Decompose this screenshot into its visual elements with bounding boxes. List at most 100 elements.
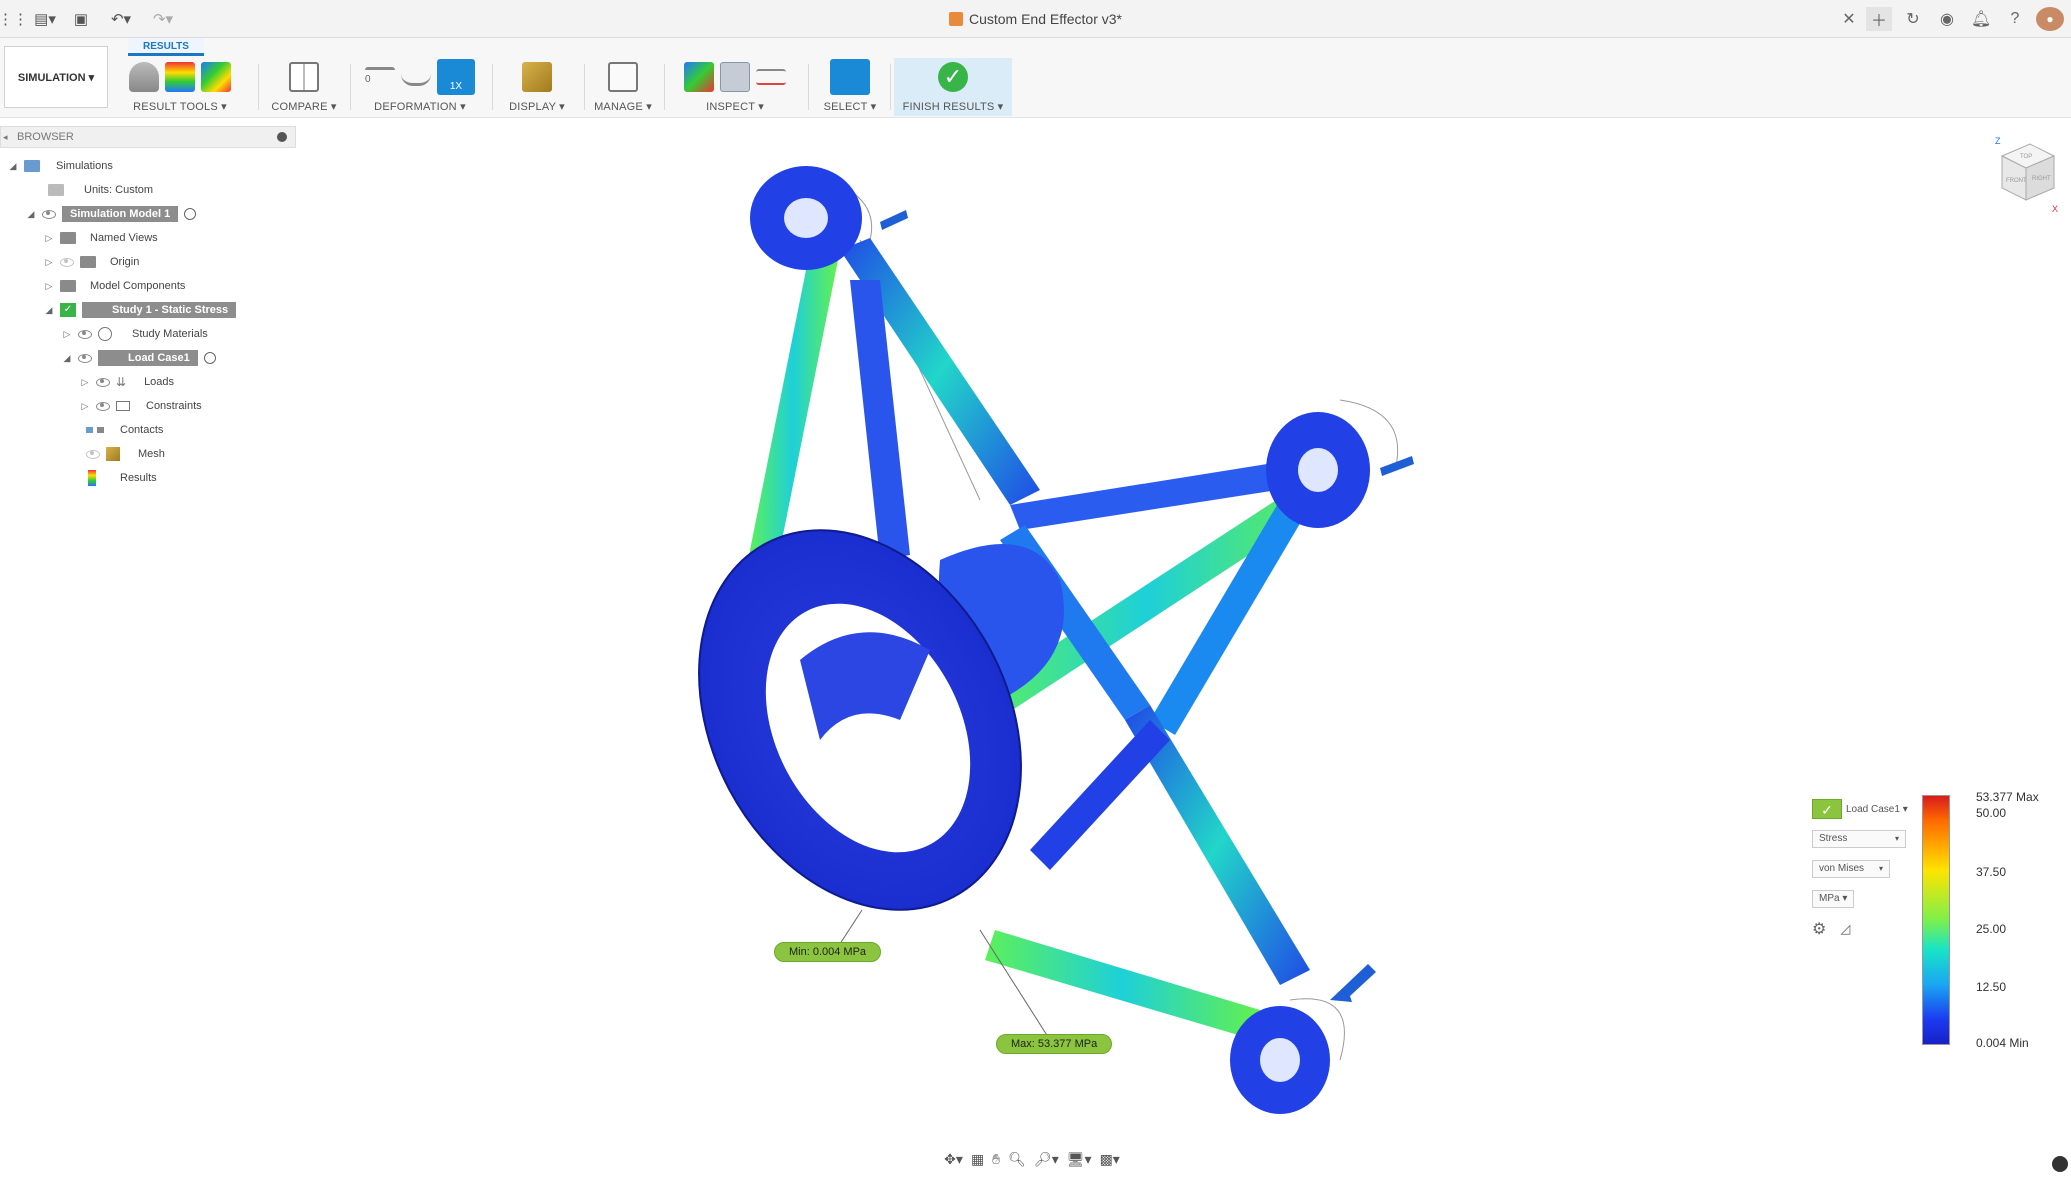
tab-results-label: RESULTS	[143, 41, 189, 52]
result-tools-group: RESULT TOOLS ▾	[124, 58, 236, 116]
user-avatar[interactable]: ●	[2036, 7, 2064, 31]
zoom-window-icon[interactable]: 🔎︎▾	[1034, 1151, 1059, 1168]
activate-radio-icon[interactable]	[203, 352, 216, 364]
display-settings-icon[interactable]: 🖥︎▾	[1067, 1151, 1092, 1168]
visibility-eye-icon[interactable]	[96, 401, 110, 411]
visibility-eye-icon[interactable]	[78, 353, 92, 363]
folder-icon	[80, 256, 96, 268]
inspect-section-icon[interactable]	[756, 69, 786, 85]
loads-icon: ⇊	[116, 375, 127, 389]
load-case-selector[interactable]: ✓ Load Case1 ▾	[1812, 799, 1908, 819]
status-indicator-icon[interactable]	[2052, 1156, 2068, 1172]
min-callout[interactable]: Min: 0.004 MPa	[774, 942, 882, 962]
result-type-dropdown[interactable]: Stress ▾	[1812, 829, 1906, 849]
visibility-eye-icon[interactable]	[78, 329, 92, 339]
probe-icon[interactable]	[165, 62, 195, 92]
inspect-plot-icon[interactable]	[720, 62, 750, 92]
expand-icon[interactable]: ▷	[80, 401, 90, 412]
finish-results-group[interactable]: ✓ FINISH RESULTS ▾	[894, 58, 1012, 116]
compare-label[interactable]: COMPARE ▾	[264, 100, 344, 113]
help-icon[interactable]: ?	[2002, 7, 2028, 31]
jobs-icon[interactable]: ◉	[1934, 7, 1960, 31]
deformation-scale-button[interactable]: 1X	[437, 59, 475, 95]
tree-study[interactable]: ◢ ✓ Study 1 - Static Stress	[44, 300, 237, 320]
design-cube-icon	[948, 12, 963, 26]
tree-load-case[interactable]: ◢ Load Case1	[62, 348, 216, 368]
tree-origin[interactable]: ▷ Origin	[44, 252, 139, 272]
contacts-icon	[86, 427, 104, 433]
finish-check-icon[interactable]: ✓	[938, 62, 968, 92]
tree-constraints[interactable]: ▷ Constraints	[80, 396, 202, 416]
display-label[interactable]: DISPLAY ▾	[498, 100, 576, 113]
tree-study-materials[interactable]: ▷ Study Materials	[62, 324, 208, 344]
legend-scale-icon[interactable]: ◿	[1840, 921, 1850, 937]
visibility-eye-icon[interactable]	[86, 449, 100, 459]
tree-results[interactable]: Results	[88, 468, 157, 488]
inspect-probe-icon[interactable]	[684, 62, 714, 92]
expand-icon[interactable]: ▷	[44, 257, 54, 268]
legend-tick-25: 25.00	[1976, 922, 2007, 936]
result-legend-panel: ✓ Load Case1 ▾ Stress ▾ von Mises ▾ MPa ▾ …	[1808, 795, 1918, 955]
tree-mesh[interactable]: Mesh	[86, 444, 165, 464]
expand-icon[interactable]: ◢	[8, 161, 18, 172]
deformation-bend-icon[interactable]	[401, 68, 431, 86]
model-viewport[interactable]	[300, 120, 2071, 1160]
visibility-eye-icon[interactable]	[42, 209, 56, 219]
visibility-eye-icon[interactable]	[96, 377, 110, 387]
surface-probe-icon[interactable]	[201, 62, 231, 92]
animate-icon[interactable]	[129, 62, 159, 92]
close-tab-icon[interactable]: ✕	[1836, 7, 1862, 31]
manage-icon[interactable]	[608, 62, 638, 92]
tree-simulation-model[interactable]: ◢ Simulation Model 1	[26, 204, 197, 224]
browser-pin-icon[interactable]	[277, 132, 287, 142]
new-tab-icon[interactable]: ＋	[1866, 7, 1892, 31]
orbit-icon[interactable]: ✥▾	[944, 1151, 963, 1168]
inspect-group: INSPECT ▾	[670, 58, 800, 116]
expand-icon[interactable]: ▷	[44, 233, 54, 244]
sync-icon[interactable]: ↻	[1900, 7, 1926, 31]
zoom-icon[interactable]: 🔍︎	[1008, 1151, 1026, 1168]
workspace-switcher[interactable]: SIMULATION ▾	[4, 46, 108, 108]
chevron-down-icon: ▾	[1878, 864, 1883, 873]
max-callout[interactable]: Max: 53.377 MPa	[996, 1034, 1113, 1054]
tree-named-views[interactable]: ▷ Named Views	[44, 228, 158, 248]
view-cube[interactable]: Z X TOP FRONT RIGHT	[1990, 136, 2060, 212]
visibility-eye-icon[interactable]	[60, 257, 74, 267]
look-at-icon[interactable]: ▦	[971, 1151, 984, 1168]
cube-top-face: TOP	[2020, 154, 2032, 160]
notifications-icon[interactable]: 🔔︎	[1968, 7, 1994, 31]
tree-model-components[interactable]: ▷ Model Components	[44, 276, 185, 296]
display-icon[interactable]	[522, 62, 552, 92]
tree-contacts[interactable]: Contacts	[86, 420, 163, 440]
tab-results[interactable]: RESULTS	[128, 38, 204, 56]
activate-radio-icon[interactable]	[184, 208, 197, 220]
deformation-label[interactable]: DEFORMATION ▾	[356, 100, 484, 113]
expand-icon[interactable]: ◢	[26, 209, 36, 220]
tree-simulations[interactable]: ◢ Simulations	[8, 156, 113, 176]
compare-icon[interactable]	[289, 62, 319, 92]
collapse-browser-icon[interactable]: ◂	[3, 127, 8, 147]
tree-label: Study 1 - Static Stress	[82, 302, 237, 318]
expand-icon[interactable]: ▷	[62, 329, 72, 340]
result-type-value: Stress ▾	[1812, 830, 1906, 848]
component-dropdown[interactable]: von Mises ▾	[1812, 859, 1890, 879]
tree-units[interactable]: Units: Custom	[48, 180, 153, 200]
tree-label: Simulation Model 1	[62, 206, 179, 222]
deformation-zero-icon[interactable]: 0	[365, 67, 395, 87]
grid-settings-icon[interactable]: ▩▾	[1100, 1151, 1120, 1168]
finish-results-label[interactable]: FINISH RESULTS ▾	[894, 100, 1012, 113]
result-tools-label[interactable]: RESULT TOOLS ▾	[124, 100, 236, 113]
expand-icon[interactable]: ◢	[44, 305, 54, 316]
legend-min-label: 0.004 Min	[1976, 1036, 2029, 1050]
units-dropdown[interactable]: MPa ▾	[1812, 889, 1855, 909]
pan-icon[interactable]: ✋︎	[992, 1151, 1000, 1168]
select-label[interactable]: SELECT ▾	[814, 100, 886, 113]
gear-icon[interactable]: ⚙	[1812, 919, 1826, 939]
manage-label[interactable]: MANAGE ▾	[590, 100, 656, 113]
tree-loads[interactable]: ▷ ⇊ Loads	[80, 372, 175, 392]
inspect-label[interactable]: INSPECT ▾	[670, 100, 800, 113]
expand-icon[interactable]: ▷	[80, 377, 90, 388]
select-icon[interactable]	[830, 59, 870, 95]
expand-icon[interactable]: ◢	[62, 353, 72, 364]
expand-icon[interactable]: ▷	[44, 281, 54, 292]
